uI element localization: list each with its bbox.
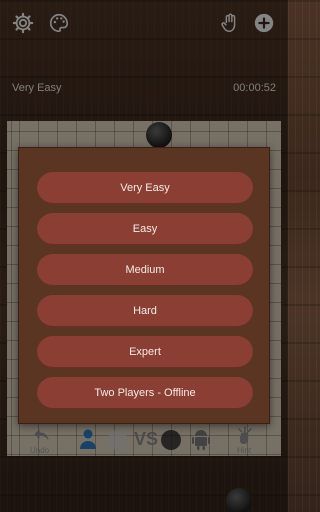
- difficulty-dialog: Very Easy Easy Medium Hard Expert Two Pl…: [18, 147, 270, 424]
- option-easy-button[interactable]: Easy: [37, 213, 253, 245]
- option-expert-button[interactable]: Expert: [37, 336, 253, 368]
- option-two-players-offline-button[interactable]: Two Players - Offline: [37, 377, 253, 409]
- option-hard-button[interactable]: Hard: [37, 295, 253, 327]
- black-stone: [146, 122, 172, 148]
- black-stone: [226, 488, 252, 512]
- option-very-easy-button[interactable]: Very Easy: [37, 172, 253, 204]
- option-medium-button[interactable]: Medium: [37, 254, 253, 286]
